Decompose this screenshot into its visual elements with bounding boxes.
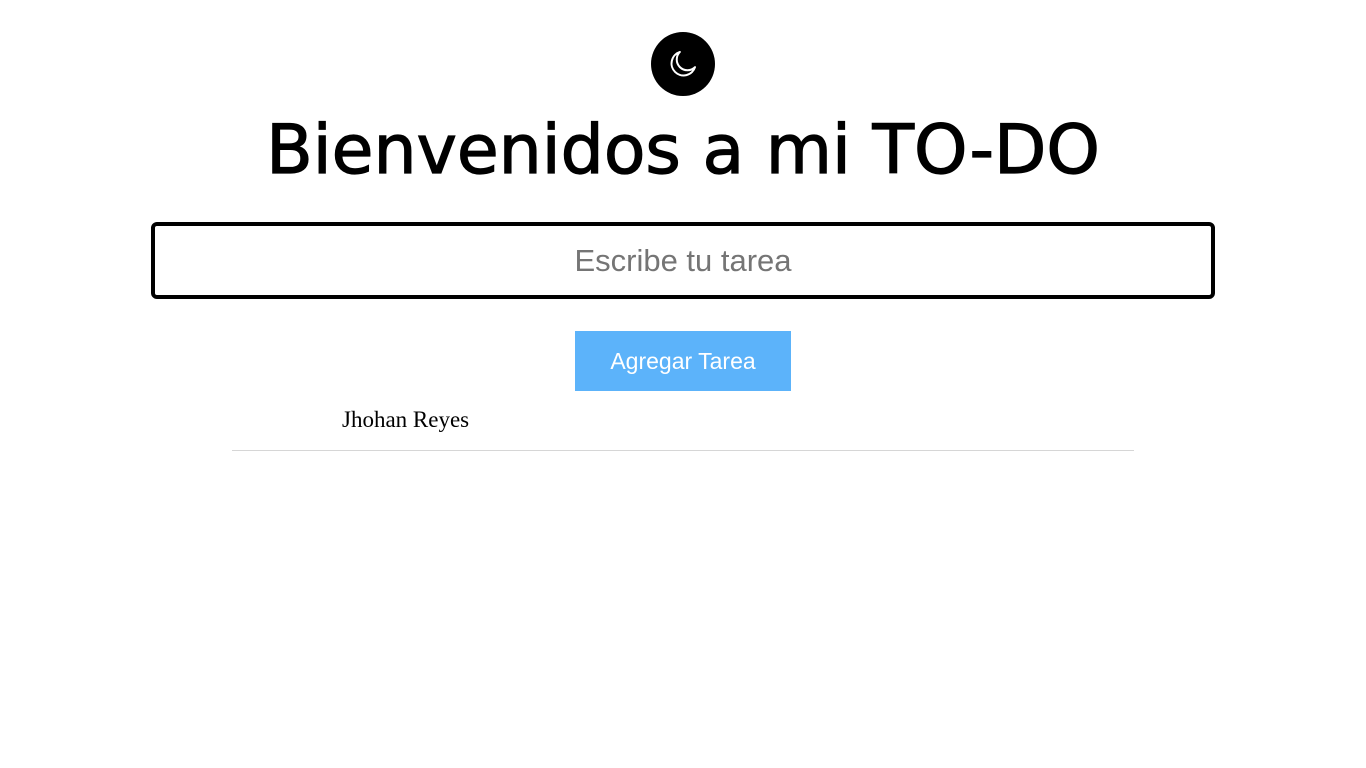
todo-app: Bienvenidos a mi TO-DO Agregar Tarea Jho… [0, 0, 1366, 768]
theme-toggle-button[interactable] [651, 32, 715, 96]
task-item[interactable]: Jhohan Reyes [232, 403, 1134, 451]
task-list: Jhohan Reyes [232, 403, 1134, 451]
task-text: Jhohan Reyes [342, 407, 470, 432]
task-input[interactable] [151, 222, 1215, 299]
add-task-button[interactable]: Agregar Tarea [575, 331, 791, 391]
moon-icon [666, 47, 700, 81]
page-title: Bienvenidos a mi TO-DO [266, 110, 1101, 190]
